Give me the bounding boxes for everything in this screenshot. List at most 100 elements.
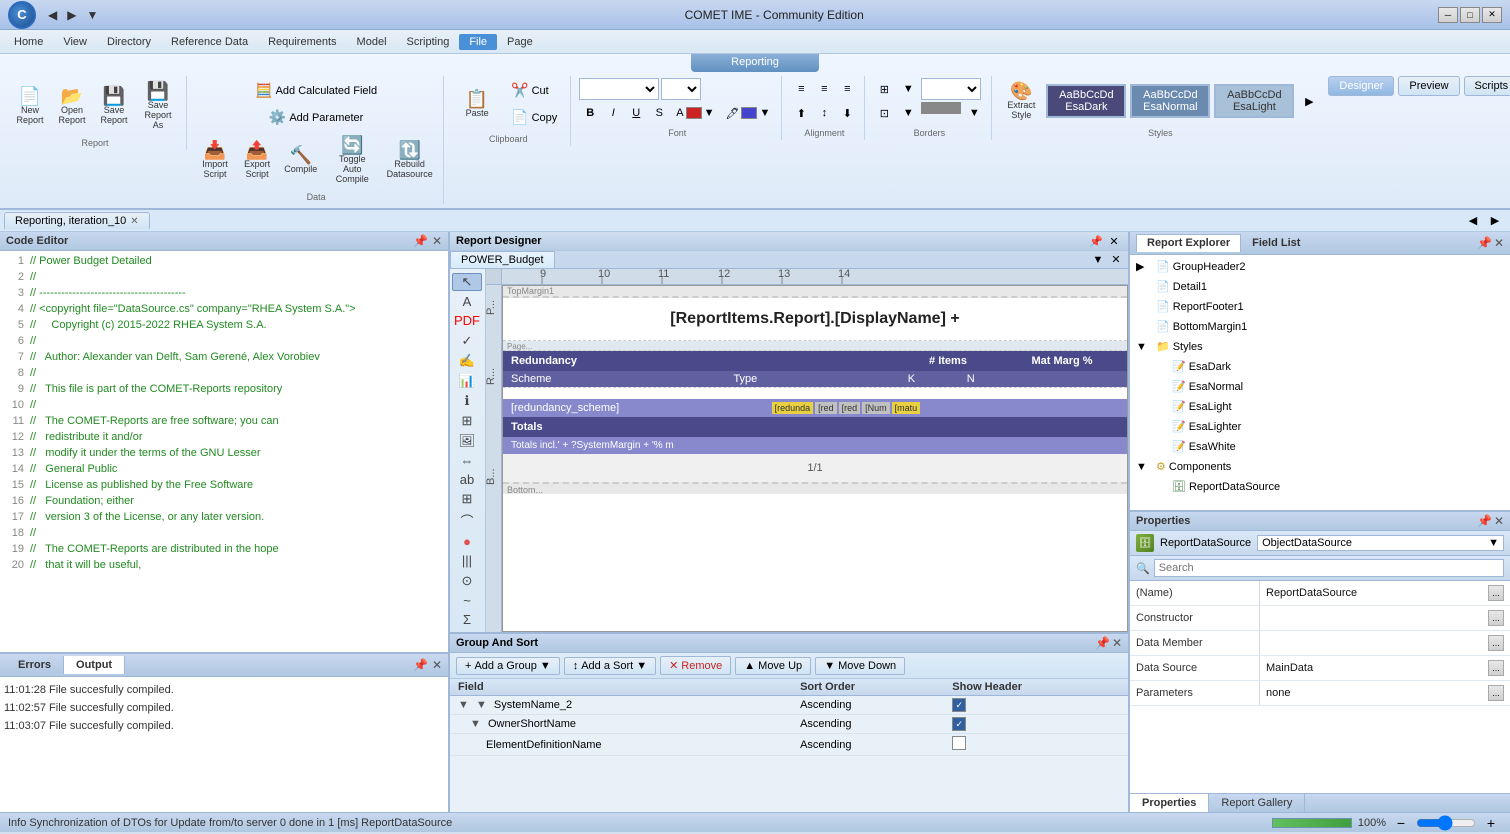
menu-file[interactable]: File xyxy=(459,34,497,50)
copy-button[interactable]: 📄 Copy xyxy=(504,105,564,130)
designer-tab[interactable]: Designer xyxy=(1328,76,1394,96)
highlight-color-button[interactable]: 🖊 ▼ xyxy=(721,104,776,123)
close-report-button[interactable]: ✕ xyxy=(1106,233,1122,249)
compile-button[interactable]: 🔨 Compile xyxy=(279,142,322,178)
font-family-select[interactable] xyxy=(579,78,659,100)
underline-button[interactable]: U xyxy=(625,102,647,124)
pdf-tool[interactable]: PDF xyxy=(452,312,482,329)
menu-view[interactable]: View xyxy=(53,34,97,50)
check-tool[interactable]: ✓ xyxy=(452,332,482,350)
tab-close[interactable]: ✕ xyxy=(130,216,138,227)
paste-button[interactable]: 📋 Paste xyxy=(452,86,502,122)
open-report-button[interactable]: 📂 OpenReport xyxy=(52,83,92,129)
errors-close-button[interactable]: ✕ xyxy=(432,658,442,672)
minimize-button[interactable]: ─ xyxy=(1438,7,1458,23)
scripts-tab[interactable]: Scripts xyxy=(1464,76,1510,96)
report-content[interactable]: TopMargin1 [ReportItems.Report].[Display… xyxy=(502,285,1128,632)
properties-search-input[interactable] xyxy=(1154,559,1504,577)
zoom-in-button[interactable]: + xyxy=(1480,812,1502,834)
properties-tab[interactable]: Properties xyxy=(1130,794,1209,812)
align-bottom-button[interactable]: ⬇ xyxy=(836,102,858,124)
bold-button[interactable]: B xyxy=(579,102,601,124)
tree-item-detail1[interactable]: 📄 Detail1 xyxy=(1132,277,1508,297)
import-script-button[interactable]: 📥 ImportScript xyxy=(195,137,235,183)
border-color-btn[interactable]: ▼ xyxy=(963,102,985,124)
preview-tab[interactable]: Preview xyxy=(1398,76,1459,96)
group-sort-pin-button[interactable]: 📌 xyxy=(1095,636,1110,650)
move-up-button[interactable]: ▲ Move Up xyxy=(735,657,811,675)
explorer-pin-button[interactable]: 📌 xyxy=(1477,236,1492,250)
font-color-button[interactable]: A ▼ xyxy=(671,104,719,122)
show-header-checkbox-1[interactable] xyxy=(952,698,966,712)
border-btn-1[interactable]: ⊞ xyxy=(873,78,895,100)
line-tool[interactable]: ⌒ xyxy=(452,510,482,531)
field-list-tab[interactable]: Field List xyxy=(1241,234,1311,252)
main-tab[interactable]: Reporting, iteration_10 ✕ xyxy=(4,212,150,229)
export-script-button[interactable]: 📤 ExportScript xyxy=(237,137,277,183)
select-tool[interactable]: ↖ xyxy=(452,273,482,291)
tab-nav-right[interactable]: ▶ xyxy=(1484,210,1506,232)
pin-report-button[interactable]: 📌 xyxy=(1088,233,1104,249)
align-top-button[interactable]: ⬆ xyxy=(790,102,812,124)
sparkline-tool[interactable]: ~ xyxy=(452,592,482,609)
maximize-button[interactable]: □ xyxy=(1460,7,1480,23)
zoom-out-button[interactable]: − xyxy=(1390,812,1412,834)
show-header-checkbox-3[interactable] xyxy=(952,736,966,750)
explorer-close-button[interactable]: ✕ xyxy=(1494,236,1504,250)
source-type-dropdown[interactable]: ObjectDataSource ▼ xyxy=(1257,535,1504,551)
styles-more-button[interactable]: ▶ xyxy=(1298,90,1320,112)
text2-tool[interactable]: ab xyxy=(452,471,482,488)
esa-normal-swatch[interactable]: AaBbCcDdEsaNormal xyxy=(1130,84,1210,118)
strikethrough-button[interactable]: S xyxy=(648,102,670,124)
errors-tab[interactable]: Errors xyxy=(6,656,64,674)
properties-close-button[interactable]: ✕ xyxy=(1494,514,1504,528)
circle-tool[interactable]: ● xyxy=(452,533,482,550)
zoom-slider[interactable] xyxy=(1416,815,1476,831)
gauge-tool[interactable]: ⊙ xyxy=(452,572,482,590)
report-gallery-tab[interactable]: Report Gallery xyxy=(1209,794,1305,812)
font-size-select[interactable] xyxy=(661,78,701,100)
extract-style-button[interactable]: 🎨 Extract Style xyxy=(1000,78,1042,124)
chart-tool[interactable]: 📊 xyxy=(452,372,482,390)
barcode-tool[interactable]: ||| xyxy=(452,552,482,569)
code-editor-content[interactable]: 1 // Power Budget Detailed 2 // 3 // ---… xyxy=(0,251,448,652)
save-report-button[interactable]: 💾 SaveReport xyxy=(94,83,134,129)
tree-item-bottom-margin[interactable]: 📄 BottomMargin1 xyxy=(1132,317,1508,337)
menu-home[interactable]: Home xyxy=(4,34,53,50)
remove-button[interactable]: ✕ Remove xyxy=(660,656,731,675)
errors-pin-button[interactable]: 📌 xyxy=(413,658,428,672)
show-header-checkbox-2[interactable] xyxy=(952,717,966,731)
add-sort-button[interactable]: ↕ Add a Sort ▼ xyxy=(564,657,656,675)
output-tab[interactable]: Output xyxy=(64,656,125,674)
border-btn-2[interactable]: ▼ xyxy=(897,78,919,100)
menu-reference-data[interactable]: Reference Data xyxy=(161,34,258,50)
back-button[interactable]: ◀ xyxy=(44,6,61,24)
group-sort-close-button[interactable]: ✕ xyxy=(1112,636,1122,650)
expand-icon-2[interactable]: ▼ xyxy=(476,699,487,711)
expand-icon-3[interactable]: ▼ xyxy=(470,718,481,730)
properties-pin-button[interactable]: 📌 xyxy=(1477,514,1492,528)
tree-item-esa-dark[interactable]: 📝 EsaDark xyxy=(1132,357,1508,377)
tree-item-report-footer[interactable]: 📄 ReportFooter1 xyxy=(1132,297,1508,317)
tree-item-group-header2[interactable]: ▶ 📄 GroupHeader2 xyxy=(1132,257,1508,277)
menu-button[interactable]: ▼ xyxy=(82,6,102,24)
move-down-button[interactable]: ▼ Move Down xyxy=(815,657,905,675)
tree-item-report-datasource[interactable]: 🗄 ReportDataSource xyxy=(1132,477,1508,497)
forward-button[interactable]: ▶ xyxy=(63,6,80,24)
align-center-button[interactable]: ≡ xyxy=(813,78,835,100)
align-right-button[interactable]: ≡ xyxy=(836,78,858,100)
report-explorer-tab[interactable]: Report Explorer xyxy=(1136,234,1241,252)
tree-item-components[interactable]: ▼ ⚙ Components xyxy=(1132,457,1508,477)
close-report-tab-button[interactable]: ✕ xyxy=(1108,252,1124,268)
close-button[interactable]: ✕ xyxy=(1482,7,1502,23)
prop-datamember-btn[interactable]: ... xyxy=(1488,635,1504,651)
menu-model[interactable]: Model xyxy=(347,34,397,50)
prop-name-btn[interactable]: ... xyxy=(1488,585,1504,601)
align-middle-button[interactable]: ↕ xyxy=(813,102,835,124)
add-parameter-button[interactable]: ⚙️ Add Parameter xyxy=(262,105,370,130)
save-report-as-button[interactable]: 💾 SaveReport As xyxy=(136,78,180,134)
rebuild-button[interactable]: 🔃 RebuildDatasource xyxy=(382,137,437,183)
menu-requirements[interactable]: Requirements xyxy=(258,34,346,50)
text-tool[interactable]: A xyxy=(452,293,482,310)
menu-scripting[interactable]: Scripting xyxy=(397,34,460,50)
